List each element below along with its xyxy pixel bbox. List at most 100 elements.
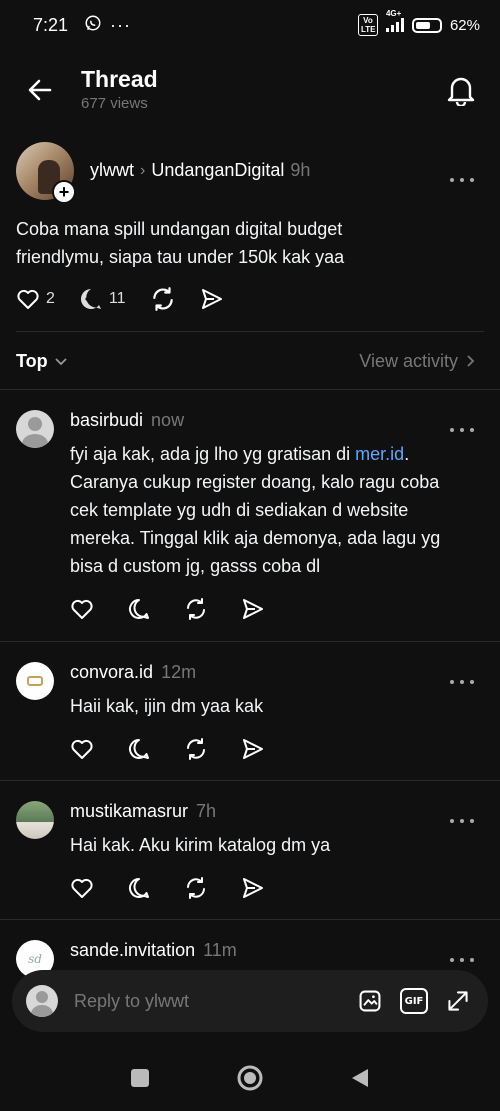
sort-dropdown[interactable]: Top [16,351,68,372]
chevron-right-icon: › [140,161,146,179]
repost-icon [152,287,173,311]
views-count: 677 views [81,95,148,112]
heart-icon [17,289,39,309]
post-more-button[interactable] [450,170,474,190]
send-icon [243,739,263,759]
comment-link[interactable]: mer.id [355,444,404,464]
system-nav-bar [0,1050,500,1111]
attach-image-button[interactable] [358,989,382,1013]
like-button[interactable]: 2 [16,287,55,311]
comment-time: 12m [161,662,197,682]
post-author[interactable]: ylwwt [90,160,134,181]
comment-more-button[interactable] [450,672,474,692]
post-community[interactable]: UndanganDigital [151,160,284,181]
expand-button[interactable] [446,989,470,1013]
reply-check-icon [80,289,101,309]
whatsapp-icon [84,14,102,37]
bell-icon [447,77,475,108]
comment-time: 11m [203,940,237,960]
divider [0,919,500,920]
volte-icon: Vo LTE [357,14,378,36]
comment-more-button[interactable] [450,420,474,440]
reply-count-button[interactable]: 11 [79,287,126,311]
share-button[interactable] [200,287,224,311]
battery-icon [411,17,442,33]
comment-author[interactable]: sande.invitation [70,940,195,961]
status-bar: 7:21 ··· Vo LTE 4G+ 62% [0,0,500,50]
repost-icon [187,877,205,899]
comment-author[interactable]: mustikamasrur [70,801,188,822]
expand-icon [448,991,468,1011]
sort-row: Top View activity [16,344,476,378]
comment-more-button[interactable] [450,950,474,970]
repost-button[interactable] [184,737,208,761]
divider [16,331,484,332]
avatar[interactable] [16,662,54,700]
square-icon [131,1069,149,1087]
reply-button[interactable] [127,737,151,761]
triangle-back-icon [352,1069,368,1087]
circle-icon [237,1065,263,1091]
like-button[interactable] [70,876,94,900]
reply-button[interactable] [127,597,151,621]
send-icon [243,878,263,898]
comment-time: now [151,410,185,430]
post-text: Coba mana spill undangan digital budget … [16,219,345,267]
view-activity-link[interactable]: View activity [359,351,476,372]
divider [0,780,500,781]
reply-bar: GIF [12,970,488,1032]
recents-button[interactable] [130,1068,150,1093]
comment-actions [70,876,265,900]
comment-time: 7h [196,801,217,821]
like-button[interactable] [70,597,94,621]
follow-plus-button[interactable]: + [52,180,76,204]
repost-icon [187,738,205,760]
thread-header: Thread 677 views [0,60,500,120]
avatar[interactable] [16,410,54,448]
post-time: 9h [290,160,311,180]
comment-icon [129,599,149,619]
gif-button[interactable]: GIF [400,988,428,1014]
avatar [26,985,58,1017]
heart-icon [71,878,93,898]
reply-button[interactable] [127,876,151,900]
signal-icon: 4G+ [385,9,404,32]
comment-author[interactable]: convora.id [70,662,153,683]
chevron-down-icon [55,358,67,366]
share-button[interactable] [241,737,265,761]
comment-author[interactable]: basirbudi [70,410,143,431]
repost-button[interactable] [184,876,208,900]
image-icon [359,990,381,1012]
comment-text: fyi aja kak, ada jg lho yg gratisan di m… [70,444,441,576]
comment-icon [129,878,149,898]
chevron-right-icon [467,355,475,367]
like-button[interactable] [70,737,94,761]
send-icon [201,289,222,309]
arrow-left-icon [28,79,52,101]
send-icon [243,599,263,619]
page-title: Thread [81,66,158,92]
avatar[interactable] [16,801,54,839]
home-button[interactable] [236,1064,264,1097]
share-button[interactable] [241,876,265,900]
comment-text: Hai kak. Aku kirim katalog dm ya [70,835,331,855]
comment-icon [129,739,149,759]
comment-more-button[interactable] [450,811,474,831]
heart-icon [71,599,93,619]
comment-actions [70,737,265,761]
reply-count: 11 [108,290,126,307]
share-button[interactable] [241,597,265,621]
repost-button[interactable] [150,286,176,312]
divider [0,641,500,642]
repost-icon [187,598,205,620]
like-count: 2 [46,290,55,307]
comment-actions [70,597,265,621]
status-time: 7:21 [33,14,69,35]
repost-button[interactable] [184,597,208,621]
back-button[interactable] [24,74,56,106]
battery-percent: 62% [449,16,480,34]
notifications-button[interactable] [446,74,476,108]
back-nav-button[interactable] [350,1067,370,1094]
reply-input[interactable] [74,990,358,1012]
heart-icon [71,739,93,759]
